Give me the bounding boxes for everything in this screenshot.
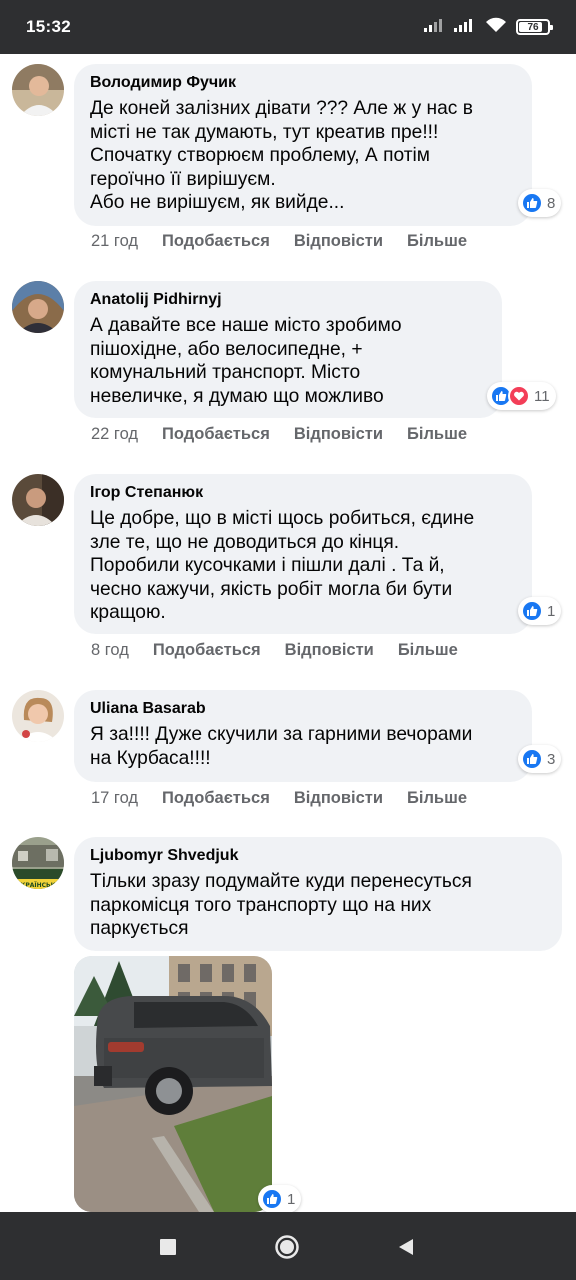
status-time: 15:32 [26, 17, 71, 36]
like-button[interactable]: Подобається [162, 425, 270, 444]
like-button[interactable]: Подобається [153, 641, 261, 660]
navigation-bar [0, 1212, 576, 1280]
recents-square-icon[interactable] [155, 1234, 181, 1260]
comment-author[interactable]: Володимир Фучик [90, 73, 516, 93]
comment-text: Це добре, що в місті щось робиться, єдин… [90, 508, 475, 623]
like-button[interactable]: Подобається [162, 789, 270, 808]
reaction-count: 3 [547, 750, 556, 768]
like-icon [521, 600, 543, 622]
avatar[interactable] [12, 281, 64, 333]
comment-actions: 8 год Подобається Відповісти Більше [91, 641, 482, 660]
like-icon [521, 192, 543, 214]
comment-text: А давайте все наше місто зробимо пішохід… [90, 315, 402, 407]
comment-bubble: Ljubomyr Shvedjuk Тільки зразу подумайте… [74, 837, 562, 951]
comment-text: Де коней залізних дівати ??? Але ж у нас… [90, 98, 473, 213]
avatar[interactable] [12, 64, 64, 116]
back-triangle-icon[interactable] [393, 1234, 419, 1260]
like-icon [521, 748, 543, 770]
like-button[interactable]: Подобається [162, 232, 270, 251]
status-bar: 15:32 76 [0, 0, 576, 54]
more-button[interactable]: Більше [407, 425, 467, 444]
heart-icon [508, 385, 530, 407]
reaction-count: 1 [547, 602, 556, 620]
wifi-icon [484, 17, 508, 38]
avatar[interactable] [12, 690, 64, 742]
comment-author[interactable]: Ігор Степанюк [90, 483, 516, 503]
comment-bubble: Володимир Фучик Де коней залізних дівати… [74, 64, 532, 226]
comment-actions: 21 год Подобається Відповісти Більше [91, 232, 491, 251]
signal-icon [454, 18, 476, 37]
comment-author[interactable]: Uliana Basarab [90, 699, 516, 719]
avatar[interactable] [12, 474, 64, 526]
comment-actions: 17 год Подобається Відповісти Більше [91, 789, 491, 808]
comment-bubble: Anatolij Pidhirnyj А давайте все наше мі… [74, 281, 502, 418]
home-circle-icon[interactable] [274, 1234, 300, 1260]
comment-author[interactable]: Anatolij Pidhirnyj [90, 290, 486, 310]
reply-button[interactable]: Відповісти [285, 641, 374, 660]
screen: 15:32 76 Володимир Фучик Де коней залізн… [0, 0, 576, 1280]
reaction-count: 11 [534, 387, 550, 405]
reaction-count: 1 [287, 1190, 296, 1208]
status-icons: 76 [424, 17, 553, 38]
comment-time[interactable]: 8 год [91, 641, 129, 660]
comment-text: Тільки зразу подумайте куди перенесуться… [90, 871, 472, 939]
battery-level: 76 [527, 21, 539, 33]
more-button[interactable]: Більше [407, 789, 467, 808]
comment-time[interactable]: 22 год [91, 425, 138, 444]
reactions-summary[interactable]: 11 [487, 382, 556, 410]
comment-author[interactable]: Ljubomyr Shvedjuk [90, 846, 546, 866]
more-button[interactable]: Більше [407, 232, 467, 251]
comment-photo[interactable] [74, 956, 272, 1212]
reply-button[interactable]: Відповісти [294, 232, 383, 251]
avatar[interactable]: УКРАЇНСЬКА [12, 837, 64, 889]
avatar-badge-text: УКРАЇНСЬКА [16, 882, 61, 889]
battery-icon: 76 [516, 19, 553, 35]
comment-text: Я за!!!! Дуже скучили за гарними вечорам… [90, 724, 473, 769]
signal-icon [424, 18, 446, 37]
reply-button[interactable]: Відповісти [294, 425, 383, 444]
reply-button[interactable]: Відповісти [294, 789, 383, 808]
comment-time[interactable]: 21 год [91, 232, 138, 251]
reactions-summary[interactable]: 1 [258, 1185, 302, 1213]
comment-time[interactable]: 17 год [91, 789, 138, 808]
like-icon [261, 1188, 283, 1210]
reactions-summary[interactable]: 8 [518, 189, 562, 217]
reactions-summary[interactable]: 1 [518, 597, 562, 625]
more-button[interactable]: Більше [398, 641, 458, 660]
reaction-count: 8 [547, 194, 556, 212]
reactions-summary[interactable]: 3 [518, 745, 562, 773]
comment-actions: 22 год Подобається Відповісти Більше [91, 425, 491, 444]
comment-bubble: Uliana Basarab Я за!!!! Дуже скучили за … [74, 690, 532, 782]
comment-bubble: Ігор Степанюк Це добре, що в місті щось … [74, 474, 532, 634]
